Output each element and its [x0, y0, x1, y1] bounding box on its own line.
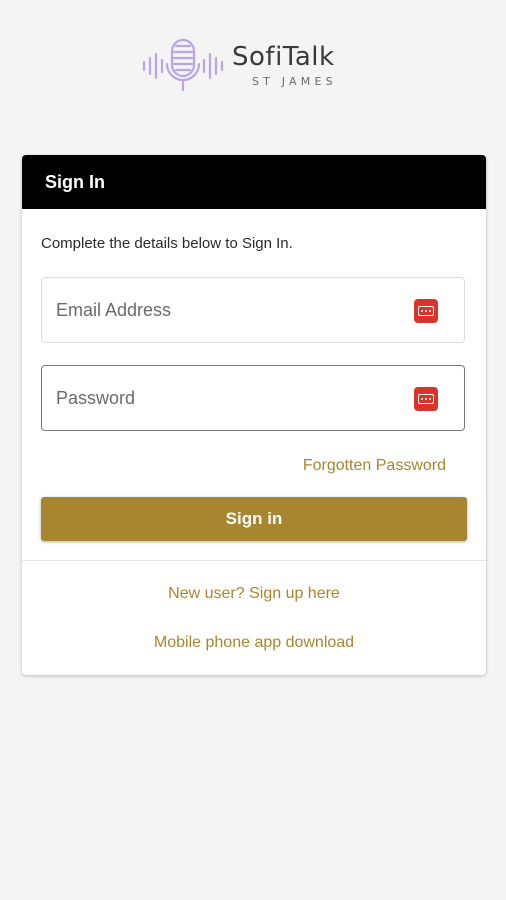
- card-header: Sign In: [22, 155, 486, 209]
- brand-logo: SofiTalk ST JAMES: [140, 34, 370, 96]
- password-manager-icon[interactable]: [414, 299, 438, 323]
- divider: [22, 560, 486, 561]
- microphone-soundwave-icon: [142, 38, 224, 92]
- card-title: Sign In: [45, 171, 105, 192]
- email-field[interactable]: [42, 278, 464, 342]
- brand-name: SofiTalk: [232, 41, 335, 72]
- email-field-wrapper: [41, 277, 465, 343]
- forgot-password-link[interactable]: Forgotten Password: [303, 457, 446, 475]
- sign-in-button[interactable]: Sign in: [41, 497, 467, 541]
- intro-text: Complete the details below to Sign In.: [41, 235, 293, 252]
- brand-subtitle: ST JAMES: [252, 74, 337, 88]
- signup-link[interactable]: New user? Sign up here: [22, 585, 486, 603]
- password-field[interactable]: [42, 366, 464, 430]
- signin-card: Sign In Complete the details below to Si…: [22, 155, 486, 675]
- password-field-wrapper: [41, 365, 465, 431]
- app-download-link[interactable]: Mobile phone app download: [22, 634, 486, 652]
- password-manager-icon[interactable]: [414, 387, 438, 411]
